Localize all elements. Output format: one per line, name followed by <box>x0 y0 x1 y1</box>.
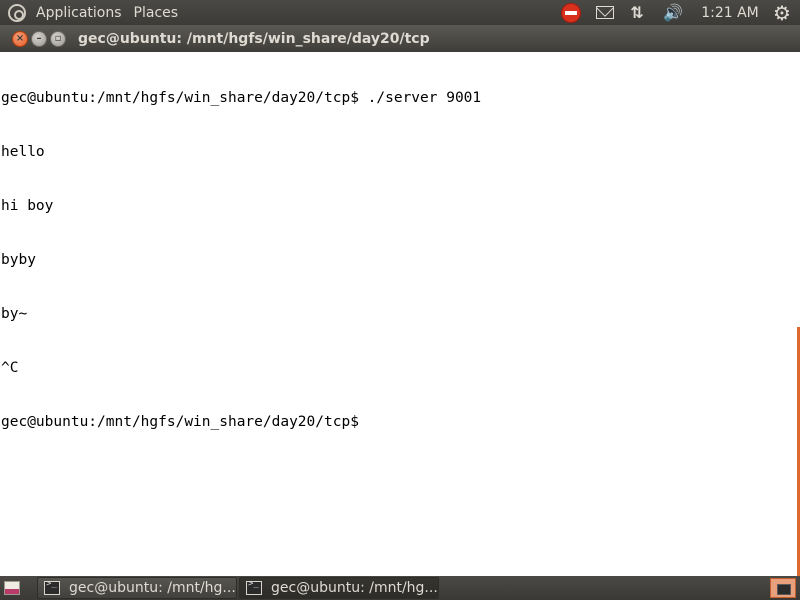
terminal-icon <box>44 579 60 595</box>
bottom-panel: gec@ubuntu: /mnt/hg... gec@ubuntu: /mnt/… <box>0 576 800 600</box>
stop-icon <box>561 2 581 23</box>
volume-icon[interactable]: 🔊 <box>660 0 686 25</box>
taskbar-item-terminal-2[interactable]: gec@ubuntu: /mnt/hg... <box>239 577 439 599</box>
terminal-line: gec@ubuntu:/mnt/hgfs/win_share/day20/tcp… <box>1 90 482 106</box>
terminal-output: gec@ubuntu:/mnt/hgfs/win_share/day20/tcp… <box>1 53 481 467</box>
menu-places[interactable]: Places <box>132 5 181 21</box>
maximize-button[interactable]: ▫ <box>50 30 66 47</box>
mail-icon <box>596 6 614 19</box>
power-icon[interactable]: ⚙ <box>770 0 794 25</box>
network-icon[interactable]: ⇅ <box>626 0 648 25</box>
top-panel: Applications Places ⇅ 🔊 1:21 AM ⚙ <box>0 0 800 25</box>
minimize-button[interactable]: – <box>31 30 47 47</box>
taskbar-item-terminal-1[interactable]: gec@ubuntu: /mnt/hg... <box>37 577 237 599</box>
terminal-icon <box>246 579 262 595</box>
show-desktop-icon[interactable] <box>4 581 20 595</box>
clock[interactable]: 1:21 AM <box>698 0 762 25</box>
taskbar-item-label: gec@ubuntu: /mnt/hg... <box>69 580 236 596</box>
taskbar-item-label: gec@ubuntu: /mnt/hg... <box>271 580 438 596</box>
workspace-switcher-icon[interactable] <box>770 578 796 598</box>
ubuntu-logo-icon[interactable] <box>8 3 26 22</box>
terminal-line: ^C <box>1 360 19 376</box>
close-button[interactable]: × <box>12 30 28 47</box>
terminal-line: hello <box>1 144 45 160</box>
terminal-line: byby <box>1 252 36 268</box>
tray-mail[interactable] <box>594 0 616 25</box>
window-title: gec@ubuntu: /mnt/hgfs/win_share/day20/tc… <box>78 30 430 47</box>
window-titlebar[interactable]: × – ▫ gec@ubuntu: /mnt/hgfs/win_share/da… <box>0 25 800 52</box>
terminal-area[interactable]: gec@ubuntu:/mnt/hgfs/win_share/day20/tcp… <box>0 52 800 576</box>
terminal-prompt: gec@ubuntu:/mnt/hgfs/win_share/day20/tcp… <box>1 414 368 430</box>
terminal-line: hi boy <box>1 198 54 214</box>
menu-applications[interactable]: Applications <box>34 5 124 21</box>
tray-stop[interactable] <box>560 0 582 25</box>
terminal-line: by~ <box>1 306 28 322</box>
